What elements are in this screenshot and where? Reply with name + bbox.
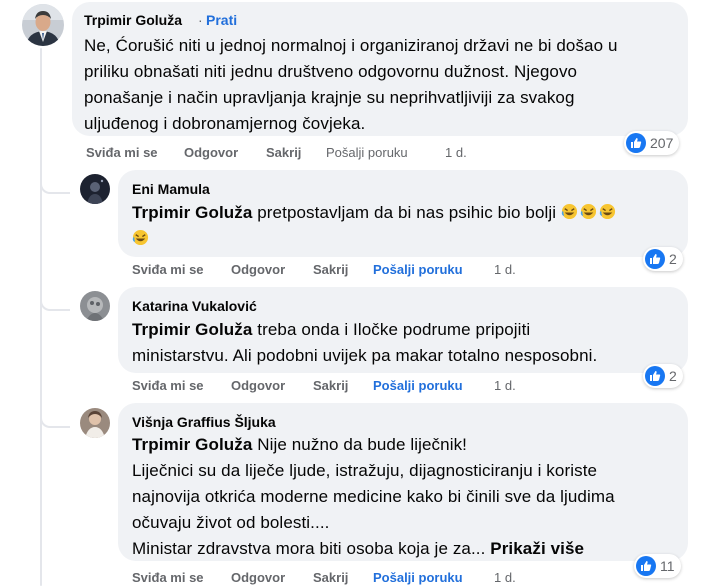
- comment-line: Nije nužno da bude liječnik!: [252, 435, 468, 454]
- comment-line: Ministar zdravstva mora biti osoba koja …: [132, 539, 491, 558]
- rolling-on-floor-laughing-emoji: [580, 203, 597, 220]
- mention-link[interactable]: Trpimir Goluža: [132, 320, 252, 339]
- rolling-on-floor-laughing-emoji: [599, 203, 616, 220]
- reply-button[interactable]: Odgovor: [231, 378, 285, 393]
- reaction-count: 207: [650, 135, 674, 151]
- comment-author[interactable]: Eni Mamula: [132, 181, 210, 197]
- like-button[interactable]: Sviđa mi se: [86, 145, 158, 160]
- follow-button[interactable]: Prati: [206, 12, 237, 28]
- send-message-button[interactable]: Pošalji poruku: [373, 262, 463, 277]
- comment-line: očuvaju život od bolesti....: [132, 513, 330, 532]
- reaction-summary[interactable]: 207: [624, 131, 680, 155]
- avatar[interactable]: [80, 291, 110, 321]
- reaction-summary[interactable]: 2: [643, 364, 683, 388]
- comment-timestamp[interactable]: 1 d.: [445, 145, 467, 160]
- reaction-count: 11: [660, 558, 675, 574]
- mention-link[interactable]: Trpimir Goluža: [132, 203, 252, 222]
- comment-line: Liječnici su da liječe ljude, istražuju,…: [132, 461, 598, 480]
- reaction-summary[interactable]: 11: [634, 554, 681, 578]
- thumbs-up-icon: [645, 249, 665, 269]
- thumbs-up-icon: [626, 133, 646, 153]
- reaction-count: 2: [669, 251, 677, 267]
- comment-line: najnovija otkrića moderne medicine kako …: [132, 487, 615, 506]
- hide-button[interactable]: Sakrij: [313, 378, 348, 393]
- reply-button[interactable]: Odgovor: [231, 262, 285, 277]
- avatar[interactable]: [80, 408, 110, 438]
- avatar[interactable]: [22, 4, 64, 46]
- comment-line: ministarstvu. Ali podobni uvijek pa maka…: [132, 346, 598, 365]
- rolling-on-floor-laughing-emoji: [132, 229, 149, 246]
- comment-text: Trpimir Goluža pretpostavljam da bi nas …: [132, 200, 618, 252]
- hide-button[interactable]: Sakrij: [313, 570, 348, 585]
- comment-line: ponašanje i način upravljanja krajnje su…: [84, 88, 575, 107]
- comment-line: treba onda i Iločke podrume pripojiti: [252, 320, 531, 339]
- see-more-link[interactable]: Prikaži više: [490, 539, 584, 558]
- reply-connector: [40, 180, 70, 194]
- comment-author[interactable]: Trpimir Goluža: [84, 12, 182, 28]
- thumbs-up-icon: [645, 366, 665, 386]
- comment-line: Ne, Ćorušić niti u jednoj normalnoj i or…: [84, 36, 618, 55]
- comment-text: Ne, Ćorušić niti u jednoj normalnoj i or…: [84, 33, 618, 137]
- comment-timestamp[interactable]: 1 d.: [494, 262, 516, 277]
- mention-link[interactable]: Trpimir Goluža: [132, 435, 252, 454]
- hide-button[interactable]: Sakrij: [313, 262, 348, 277]
- like-button[interactable]: Sviđa mi se: [132, 378, 204, 393]
- reply-button[interactable]: Odgovor: [231, 570, 285, 585]
- comment-text: Trpimir Goluža treba onda i Iločke podru…: [132, 317, 597, 369]
- send-message-button[interactable]: Pošalji poruku: [373, 570, 463, 585]
- comment-bubble: Eni Mamula Trpimir Goluža pretpostavljam…: [118, 170, 688, 257]
- send-message-button[interactable]: Pošalji poruku: [373, 378, 463, 393]
- comment-line: uljuđenog i dobronamjernog čovjeka.: [84, 114, 366, 133]
- reaction-count: 2: [669, 368, 677, 384]
- thread-line: [40, 48, 42, 586]
- reply-button[interactable]: Odgovor: [184, 145, 238, 160]
- like-button[interactable]: Sviđa mi se: [132, 570, 204, 585]
- comment-author[interactable]: Katarina Vukalović: [132, 298, 257, 314]
- reply-connector: [40, 297, 70, 311]
- send-message-button[interactable]: Pošalji poruku: [326, 145, 408, 160]
- comment-timestamp[interactable]: 1 d.: [494, 570, 516, 585]
- separator-dot: ·: [198, 12, 203, 28]
- comment-bubble: Višnja Graffius Šljuka Trpimir Goluža Ni…: [118, 403, 688, 561]
- reply-connector: [40, 414, 70, 428]
- comment-line: pretpostavljam da bi nas psihic bio bolj…: [252, 203, 561, 222]
- comment-timestamp[interactable]: 1 d.: [494, 378, 516, 393]
- thumbs-up-icon: [636, 556, 656, 576]
- like-button[interactable]: Sviđa mi se: [132, 262, 204, 277]
- comment-line: priliku obnašati niti jednu društveno od…: [84, 62, 578, 81]
- rolling-on-floor-laughing-emoji: [561, 203, 578, 220]
- comment-bubble: Trpimir Goluža · Prati Ne, Ćorušić niti …: [72, 2, 688, 136]
- comment-bubble: Katarina Vukalović Trpimir Goluža treba …: [118, 287, 688, 373]
- reaction-summary[interactable]: 2: [643, 247, 683, 271]
- avatar[interactable]: [80, 174, 110, 204]
- comment-author[interactable]: Višnja Graffius Šljuka: [132, 414, 276, 430]
- comment-text: Trpimir Goluža Nije nužno da bude liječn…: [132, 432, 615, 562]
- hide-button[interactable]: Sakrij: [266, 145, 301, 160]
